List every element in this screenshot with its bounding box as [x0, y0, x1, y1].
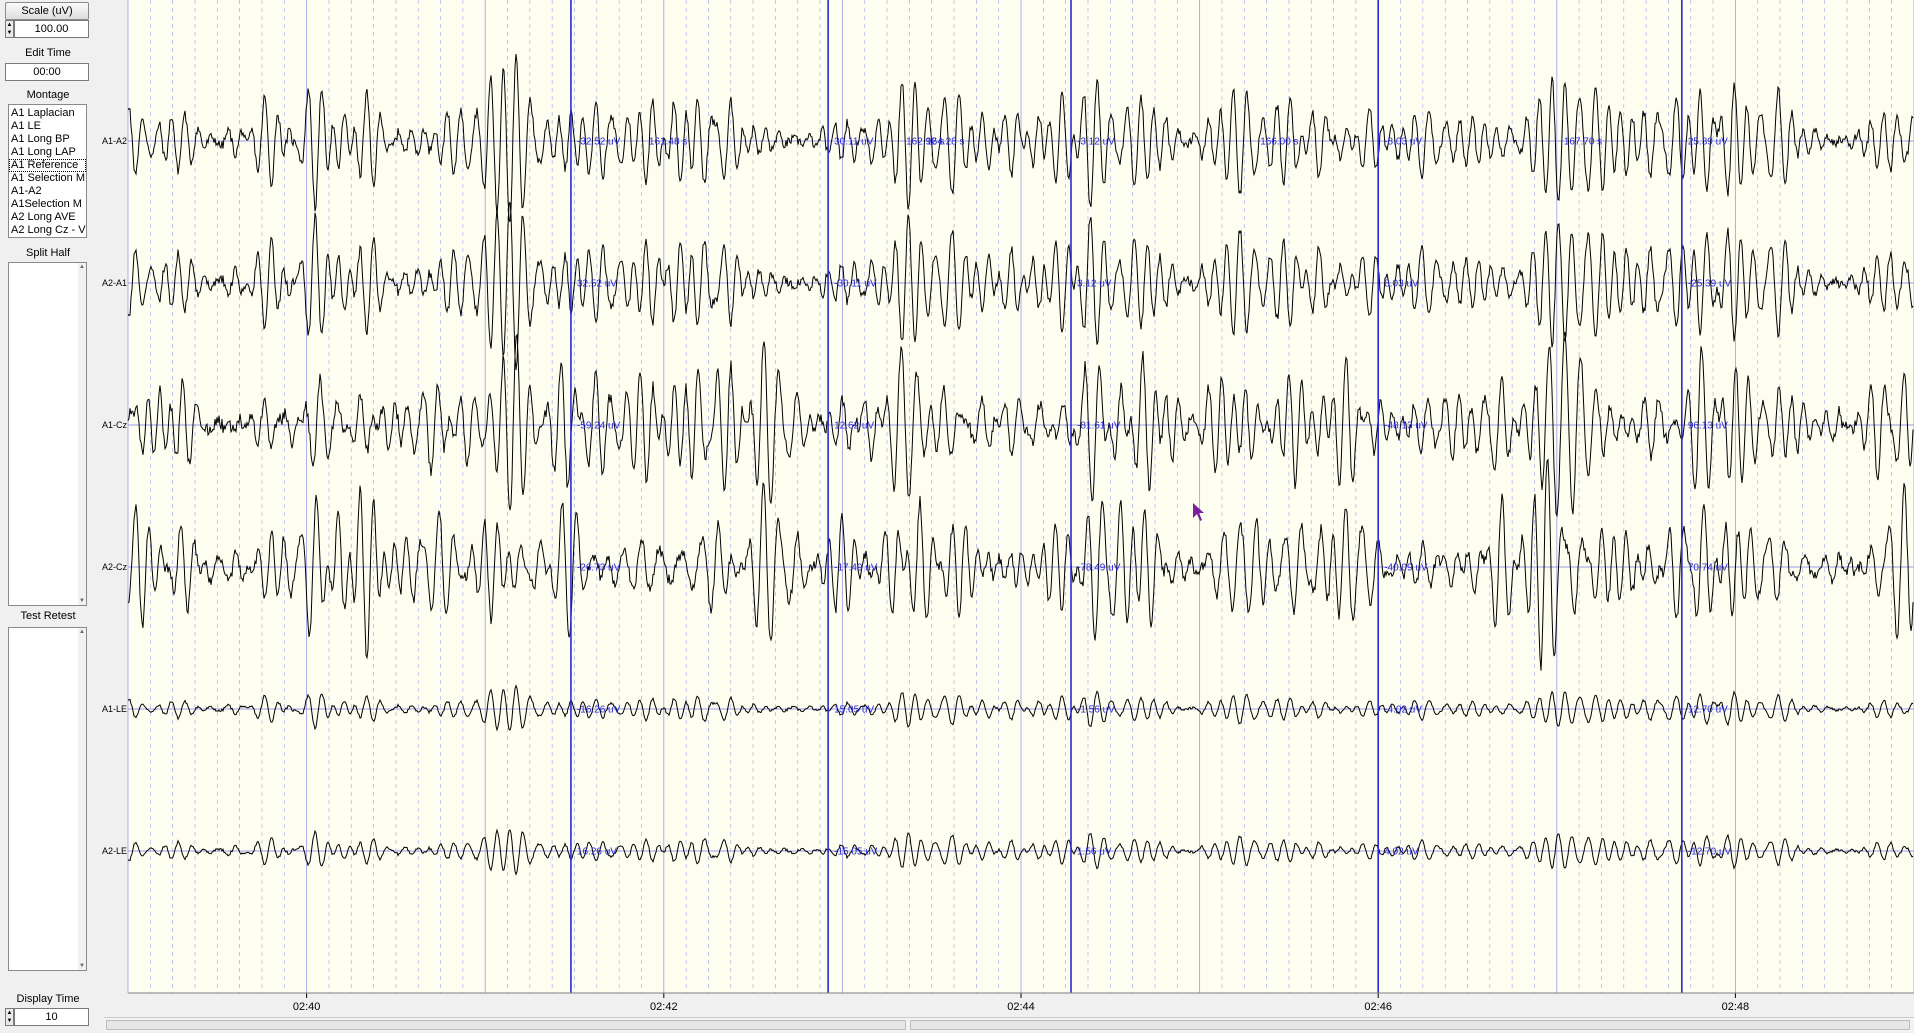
marker-value-label: -3.12 uV: [1077, 137, 1115, 148]
time-tick-label: 02:42: [650, 1001, 678, 1013]
marker-value-label: -17.49 uV: [834, 563, 878, 574]
channel-label: A1-LE: [102, 704, 127, 714]
scrollbar-thumb-right[interactable]: [910, 1020, 1910, 1030]
time-tick-label: 02:44: [1007, 1001, 1035, 1013]
montage-item[interactable]: A1 LE: [9, 120, 86, 133]
edit-time-label: Edit Time: [25, 47, 71, 59]
marker-value-label: 8.03 uV: [1384, 279, 1419, 290]
test-retest-list[interactable]: ▲ ▼: [8, 627, 87, 971]
time-tick-label: 02:40: [293, 1001, 321, 1013]
time-tick-label: 02:46: [1364, 1001, 1392, 1013]
marker-time-label: 167.70 s: [1564, 137, 1602, 148]
marker-value-label: 32.52 uV: [577, 279, 617, 290]
channel-label: A2-Cz: [102, 562, 128, 572]
marker-value-label: 96.13 uV: [1688, 421, 1728, 432]
scrollbar-thumb-left[interactable]: [106, 1020, 906, 1030]
montage-item[interactable]: A1 Reference: [9, 159, 86, 172]
channel-label: A2-LE: [102, 846, 127, 856]
montage-item[interactable]: A1 Laplacian: [9, 107, 86, 120]
marker-value-label: 15.05 uV: [834, 705, 874, 716]
montage-item[interactable]: A1 Long LAP: [9, 146, 86, 159]
marker-value-label: -78.49 uV: [1077, 563, 1121, 574]
marker-value-label: 4.02 uV: [1384, 847, 1419, 858]
marker-value-label: 12.70 uV: [1688, 705, 1728, 716]
marker-value-label: 70.74 uV: [1688, 563, 1728, 574]
montage-item[interactable]: A1 Long BP: [9, 133, 86, 146]
marker-value-label: -12.70 uV: [1688, 847, 1732, 858]
marker-value-label: 1.56 uV: [1077, 847, 1112, 858]
marker-value-label: -81.61 uV: [1077, 421, 1121, 432]
edit-time-input[interactable]: [5, 63, 89, 81]
scroll-up-icon[interactable]: ▲: [78, 263, 86, 271]
horizontal-scrollbar[interactable]: [104, 1017, 1914, 1032]
scale-spinner-icon[interactable]: ▲ ▼: [5, 20, 14, 38]
montage-item[interactable]: A2 Long AVE: [9, 211, 86, 224]
eeg-chart[interactable]: A1-A2 A2-A1 A1-Cz A2-Cz A1-LE A2-LE -32.52 uV…: [96, 0, 1914, 1033]
test-retest-label: Test Retest: [20, 610, 76, 622]
marker-value-label: -30.11 uV: [834, 279, 877, 290]
montage-list[interactable]: A1 Laplacian A1 LE A1 Long BP A1 Long LAP A1…: [8, 104, 87, 238]
montage-item[interactable]: A1 Selection M: [9, 172, 86, 185]
marker-value-label: -32.52 uV: [577, 137, 621, 148]
montage-item[interactable]: A1-A2: [9, 185, 86, 198]
time-tick-label: 02:48: [1722, 1001, 1750, 1013]
marker-value-label: -8.03 uV: [1384, 137, 1422, 148]
marker-value-label: -40.09 uV: [1384, 563, 1428, 574]
display-time-spinner-icon[interactable]: ▲ ▼: [5, 1008, 14, 1026]
channel-label: A1-A2: [102, 136, 127, 146]
marker-value-label: 16.26 uV: [577, 847, 617, 858]
marker-value-label: -1.56 uV: [1077, 705, 1115, 716]
marker-value-label: -16.26 uV: [577, 705, 621, 716]
scroll-up-icon[interactable]: ▲: [78, 628, 86, 636]
control-panel: Scale (uV) ▲▼ Edit Time Montage A1 Lapla…: [0, 0, 97, 1033]
marker-value-label: -25.39 uV: [1688, 279, 1732, 290]
montage-item[interactable]: A2 Long Cz - V: [9, 224, 86, 237]
marker-time-label: 166.00 s: [1260, 137, 1298, 148]
marker-value-label: -4.02 uV: [1384, 705, 1422, 716]
test-retest-scrollbar[interactable]: ▲ ▼: [78, 628, 86, 970]
split-half-scrollbar[interactable]: ▲ ▼: [78, 263, 86, 605]
channel-label: A2-A1: [102, 278, 127, 288]
split-half-label: Split Half: [25, 247, 71, 259]
marker-value-label: 25.39 uV: [1688, 137, 1728, 148]
marker-time-label: 164.28 s: [926, 137, 964, 148]
channel-label: A1-Cz: [102, 420, 128, 430]
montage-item[interactable]: A1Selection M: [9, 198, 86, 211]
display-time-label: Display Time: [16, 993, 80, 1005]
marker-time-label: 161.48 s: [649, 137, 687, 148]
marker-value-label: 3.12 uV: [1077, 279, 1112, 290]
marker-value-label: 12.62 uV: [834, 421, 874, 432]
split-half-list[interactable]: ▲ ▼: [8, 262, 87, 606]
scroll-down-icon[interactable]: ▼: [78, 962, 86, 970]
marker-value-label: 30.11 uV: [834, 137, 874, 148]
marker-value-label: -59.24 uV: [577, 421, 621, 432]
marker-value-label: -48.13 uV: [1384, 421, 1428, 432]
montage-label: Montage: [26, 89, 70, 101]
scale-button[interactable]: Scale (uV): [5, 2, 89, 20]
display-time-input[interactable]: [14, 1008, 89, 1026]
scale-input[interactable]: [14, 20, 89, 38]
marker-value-label: -15.05 uV: [834, 847, 878, 858]
marker-value-label: -26.73 uV: [577, 563, 621, 574]
scroll-down-icon[interactable]: ▼: [78, 597, 86, 605]
